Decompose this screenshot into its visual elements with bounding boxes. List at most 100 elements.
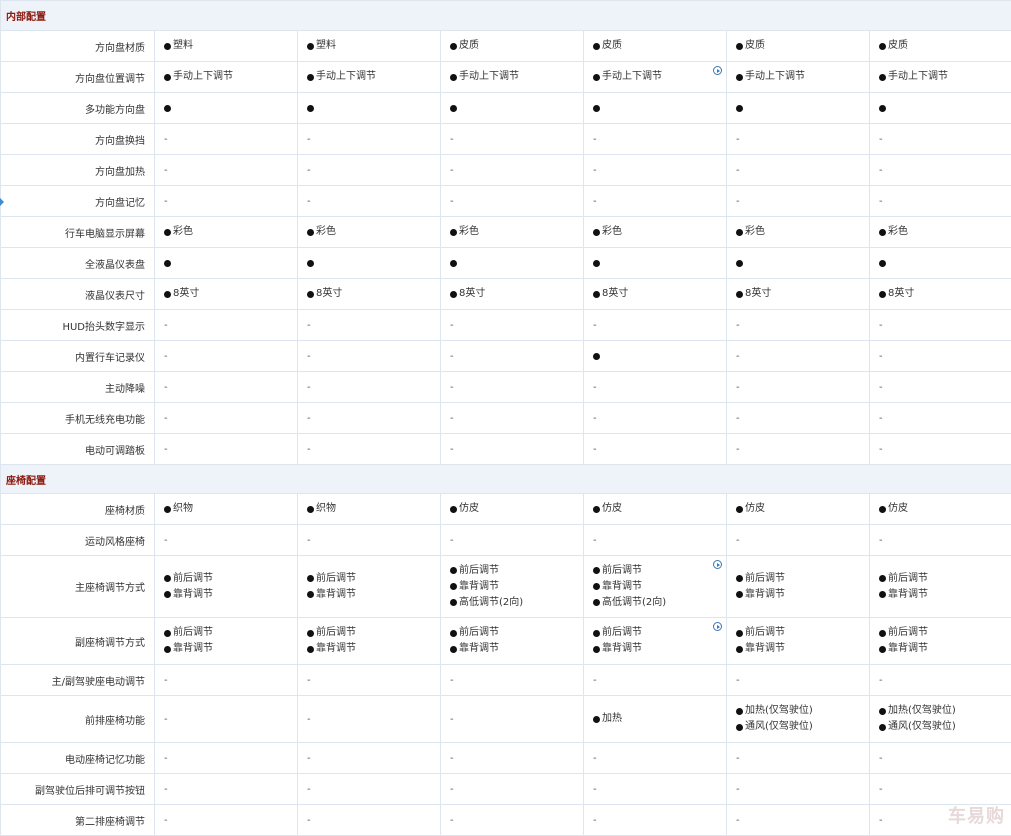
spec-cell: - [727, 774, 870, 805]
standard-dot-icon [736, 260, 743, 267]
feature-text: 彩色 [888, 224, 908, 240]
not-available-dash: - [736, 196, 740, 207]
spec-cell: 手动上下调节 [584, 62, 727, 93]
feature-item: 彩色 [164, 224, 297, 240]
standard-dot-icon [307, 646, 314, 653]
row-label: 第二排座椅调节 [1, 805, 155, 836]
feature-item: 前后调节 [879, 571, 1011, 587]
standard-dot-icon [164, 105, 171, 112]
not-available-dash: - [879, 535, 883, 546]
spec-cell: 8英寸 [727, 279, 870, 310]
not-available-dash: - [593, 444, 597, 455]
not-available-dash: - [736, 382, 740, 393]
feature-item: 加热(仅驾驶位) [736, 703, 869, 719]
spec-cell: - [727, 155, 870, 186]
table-row: 方向盘加热------ [1, 155, 1011, 186]
row-label: 方向盘记忆 [1, 186, 155, 217]
section-header: 内部配置 [1, 1, 1011, 31]
standard-dot-icon [307, 43, 314, 50]
spec-cell: - [441, 310, 584, 341]
play-video-icon[interactable] [713, 560, 722, 569]
standard-dot-icon [736, 575, 743, 582]
spec-cell: - [155, 124, 298, 155]
feature-text: 前后调节 [316, 625, 356, 641]
spec-cell: - [727, 124, 870, 155]
standard-dot-icon [736, 646, 743, 653]
standard-dot-icon [736, 229, 743, 236]
feature-item [593, 105, 726, 112]
spec-cell: - [441, 372, 584, 403]
not-available-dash: - [307, 134, 311, 145]
spec-cell: - [155, 774, 298, 805]
spec-cell: - [155, 310, 298, 341]
row-label: 前排座椅功能 [1, 696, 155, 743]
standard-dot-icon [164, 646, 171, 653]
spec-cell: 织物 [298, 494, 441, 525]
standard-dot-icon [593, 229, 600, 236]
not-available-dash: - [879, 784, 883, 795]
row-label: 液晶仪表尺寸 [1, 279, 155, 310]
spec-cell [870, 93, 1011, 124]
feature-item: 靠背调节 [879, 587, 1011, 603]
spec-cell: - [298, 310, 441, 341]
not-available-dash: - [736, 784, 740, 795]
row-label: 多功能方向盘 [1, 93, 155, 124]
feature-item: 前后调节 [593, 563, 726, 579]
spec-cell: - [441, 743, 584, 774]
spec-cell: - [584, 743, 727, 774]
not-available-dash: - [307, 535, 311, 546]
standard-dot-icon [307, 630, 314, 637]
spec-cell: - [155, 525, 298, 556]
play-video-icon[interactable] [713, 66, 722, 75]
not-available-dash: - [450, 165, 454, 176]
section-title: 座椅配置 [1, 465, 1011, 494]
play-video-icon[interactable] [713, 622, 722, 631]
feature-text: 手动上下调节 [316, 69, 376, 85]
not-available-dash: - [736, 675, 740, 686]
row-label: 电动可调踏板 [1, 434, 155, 465]
spec-cell: - [298, 743, 441, 774]
spec-cell: 前后调节靠背调节 [155, 618, 298, 665]
spec-cell: - [870, 525, 1011, 556]
feature-text: 靠背调节 [602, 579, 642, 595]
spec-cell: - [870, 434, 1011, 465]
feature-text: 前后调节 [745, 625, 785, 641]
row-label: 方向盘位置调节 [1, 62, 155, 93]
scroll-left-arrow-icon[interactable] [0, 198, 4, 206]
feature-text: 前后调节 [459, 563, 499, 579]
standard-dot-icon [593, 716, 600, 723]
row-label: 主/副驾驶座电动调节 [1, 665, 155, 696]
row-label: 方向盘换挡 [1, 124, 155, 155]
spec-cell: - [727, 310, 870, 341]
not-available-dash: - [593, 196, 597, 207]
spec-cell: - [298, 186, 441, 217]
standard-dot-icon [450, 567, 457, 574]
not-available-dash: - [879, 753, 883, 764]
not-available-dash: - [307, 165, 311, 176]
spec-cell: 彩色 [441, 217, 584, 248]
spec-cell: 彩色 [870, 217, 1011, 248]
not-available-dash: - [450, 320, 454, 331]
standard-dot-icon [593, 567, 600, 574]
feature-text: 彩色 [316, 224, 336, 240]
spec-cell [298, 248, 441, 279]
feature-text: 加热(仅驾驶位) [888, 703, 956, 719]
standard-dot-icon [164, 260, 171, 267]
feature-item: 手动上下调节 [736, 69, 869, 85]
feature-text: 手动上下调节 [888, 69, 948, 85]
feature-text: 仿皮 [745, 501, 765, 517]
not-available-dash: - [879, 815, 883, 826]
spec-cell: 手动上下调节 [155, 62, 298, 93]
not-available-dash: - [593, 320, 597, 331]
feature-item: 彩色 [879, 224, 1011, 240]
spec-cell: 8英寸 [870, 279, 1011, 310]
row-label: 座椅材质 [1, 494, 155, 525]
feature-text: 前后调节 [173, 571, 213, 587]
not-available-dash: - [164, 784, 168, 795]
standard-dot-icon [307, 260, 314, 267]
spec-cell: - [870, 403, 1011, 434]
spec-cell: - [870, 155, 1011, 186]
feature-text: 彩色 [459, 224, 479, 240]
spec-cell: - [441, 403, 584, 434]
spec-cell: 手动上下调节 [441, 62, 584, 93]
